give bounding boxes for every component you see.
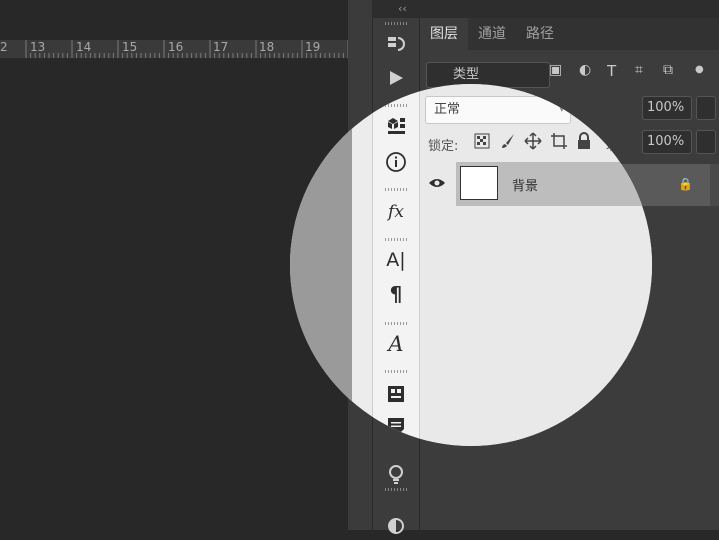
fill-label: 填充: [606,139,637,154]
ruler-label: 18 [259,40,275,54]
opacity-label: 不透明度: [572,105,629,120]
paragraph-icon[interactable]: ¶ [373,280,419,308]
grip-handle[interactable] [385,22,407,25]
eye-icon[interactable] [428,175,446,194]
ruler-label: 13 [30,40,46,54]
filter-kind-label: 类型 [453,67,480,82]
image-filter-icon[interactable]: ▣ [549,62,562,78]
character-label: A| [386,249,406,271]
layer-thumbnail[interactable] [460,166,498,200]
shape-filter-icon[interactable]: ⌗ [635,62,643,78]
ruler-label: 17 [213,40,229,54]
panel-tabs: 图层 通道 路径 [420,18,719,50]
ruler-label: 14 [76,40,92,54]
magnified-canvas-edge [290,84,352,446]
blend-mode-select[interactable]: 正常 ▾ [425,96,571,124]
ruler-label: 19 [305,40,321,54]
lock-image-pixels-icon[interactable] [500,133,516,153]
lock-label: 锁定: [428,139,459,154]
paragraph-label: ¶ [389,282,403,306]
grip-handle[interactable] [385,104,407,107]
styles-fx-icon[interactable]: fx [373,198,419,226]
libraries-icon[interactable] [373,380,419,408]
magnifier-lens: fx A| ¶ A 正常 ▾ 不透明度: 锁定: 填充: 背景 [290,84,652,446]
grip-handle[interactable] [385,370,407,373]
opacity-value: 100% [647,100,685,115]
magnified-toolstrip: fx A| ¶ A [372,84,420,446]
magnified-layers-panel: 正常 ▾ 不透明度: 锁定: 填充: 背景 [420,84,652,446]
fx-label: fx [388,202,404,222]
grip-handle[interactable] [385,322,407,325]
ruler-label: 15 [122,40,138,54]
filter-icons: ▣ ◐ T ⌗ ⧉ ● [545,62,719,86]
layer-row-magnified[interactable]: 背景 [420,162,652,206]
history-icon[interactable] [373,30,419,58]
grip-handle[interactable] [385,488,407,491]
chevron-down-icon: ▾ [559,105,564,115]
tab-channels[interactable]: 通道 [468,18,516,50]
grip-handle[interactable] [385,238,407,241]
3d-icon[interactable] [373,112,419,140]
ruler-label: 16 [168,40,184,54]
adjustment-filter-icon[interactable]: ◐ [579,62,591,78]
glyphs-icon[interactable]: A [373,330,419,358]
character-icon[interactable]: A| [373,246,419,274]
blend-mode-value: 正常 [434,102,461,117]
opacity-dropdown[interactable] [696,96,716,120]
smart-object-filter-icon[interactable]: ⧉ [663,62,673,78]
info-icon[interactable] [373,148,419,176]
adjustments-icon[interactable] [373,512,419,540]
learn-icon[interactable] [373,461,419,489]
tab-layers[interactable]: 图层 [420,18,468,50]
ruler-label: 2 [0,40,8,54]
notes-icon[interactable] [373,412,419,440]
collapse-panels-icon[interactable]: ‹‹ [398,2,407,15]
type-filter-icon[interactable]: T [607,62,616,80]
horizontal-ruler: 2 13 14 15 16 17 18 19 [0,40,350,59]
glyphs-label: A [388,332,404,356]
fill-value: 100% [647,134,685,149]
lock-transparent-pixels-icon[interactable] [474,133,490,153]
lock-artboard-icon[interactable] [550,132,568,154]
layer-lock-icon[interactable]: 🔒 [678,177,693,191]
grip-handle[interactable] [385,188,407,191]
lock-all-icon[interactable] [576,132,592,154]
filter-toggle-icon[interactable]: ● [695,64,704,75]
fill-dropdown[interactable] [696,130,716,154]
layer-name[interactable]: 背景 [512,175,538,194]
tab-paths[interactable]: 路径 [516,18,564,50]
lock-position-icon[interactable] [524,132,542,154]
